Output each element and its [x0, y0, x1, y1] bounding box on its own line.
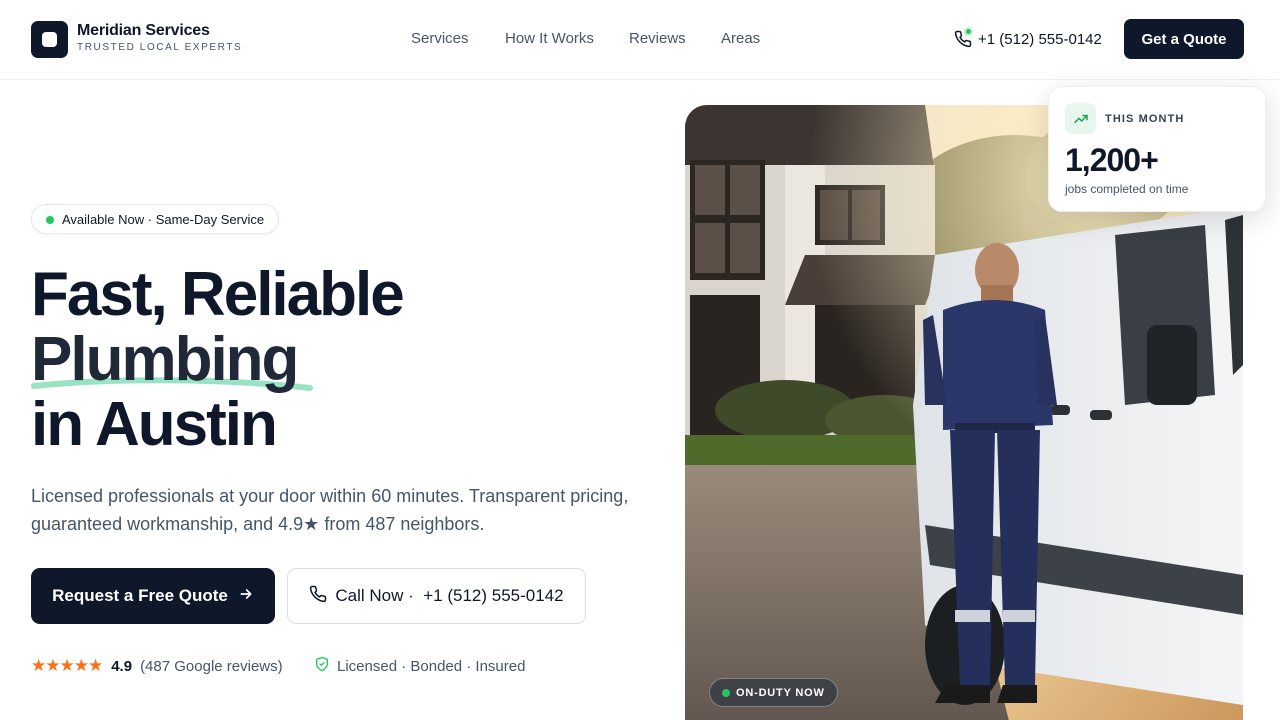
jobs-stat-card: THIS MONTH 1,200+ jobs completed on time [1048, 86, 1266, 212]
hero-title-line1: Fast, Reliable [31, 260, 405, 329]
online-status-dot [964, 27, 973, 36]
header-phone-link[interactable]: +1 (512) 555-0142 [954, 27, 1102, 50]
stat-label: THIS MONTH [1105, 113, 1185, 125]
hero-title-line2: Plumbing [31, 325, 299, 394]
hero-subtitle: Licensed professionals at your door with… [31, 486, 629, 534]
availability-text: Available Now · Same-Day Service [62, 211, 265, 227]
nav-how-it-works[interactable]: How It Works [505, 30, 594, 47]
availability-badge: Available Now · Same-Day Service [31, 204, 280, 234]
nav-areas[interactable]: Areas [721, 30, 760, 47]
on-duty-dot [722, 689, 730, 697]
on-duty-text: ON-DUTY NOW [736, 686, 825, 699]
google-rating[interactable]: ★★★★★ 4.9 (487 Google reviews) [31, 656, 283, 676]
available-dot [46, 216, 54, 224]
header-phone-number: +1 (512) 555-0142 [978, 30, 1102, 48]
stat-value: 1,200+ [1065, 142, 1159, 178]
stat-description: jobs completed on time [1065, 182, 1189, 196]
request-quote-button[interactable]: Request a Free Quote [31, 568, 275, 624]
star-icon: ★★★★★ [31, 656, 103, 675]
arrow-right-icon [238, 586, 254, 607]
rating-count: (487 Google reviews) [140, 657, 283, 675]
call-now-button[interactable]: Call Now · +1 (512) 555-0142 [287, 568, 586, 624]
phone-icon [954, 27, 973, 48]
rating-score: 4.9 [111, 657, 133, 675]
call-now-label: Call Now · +1 (512) 555-0142 [335, 586, 564, 605]
logo-icon[interactable] [31, 21, 68, 58]
license-info: Licensed · Bonded · Insured [314, 656, 525, 676]
brand-name[interactable]: Meridian Services [77, 22, 210, 40]
site-header: Meridian Services TRUSTED LOCAL EXPERTS … [0, 0, 1280, 80]
nav-services[interactable]: Services [411, 30, 469, 47]
on-duty-badge: ON-DUTY NOW [709, 678, 838, 707]
shield-check-icon [314, 656, 330, 676]
hero-title-line3: in Austin [31, 390, 278, 459]
request-quote-label: Request a Free Quote [52, 586, 228, 605]
nav-reviews[interactable]: Reviews [629, 30, 686, 47]
phone-icon [309, 585, 327, 608]
brand-tagline: TRUSTED LOCAL EXPERTS [77, 42, 243, 53]
trend-up-icon [1065, 103, 1096, 134]
get-quote-button[interactable]: Get a Quote [1124, 19, 1244, 59]
license-text: Licensed · Bonded · Insured [337, 657, 526, 675]
